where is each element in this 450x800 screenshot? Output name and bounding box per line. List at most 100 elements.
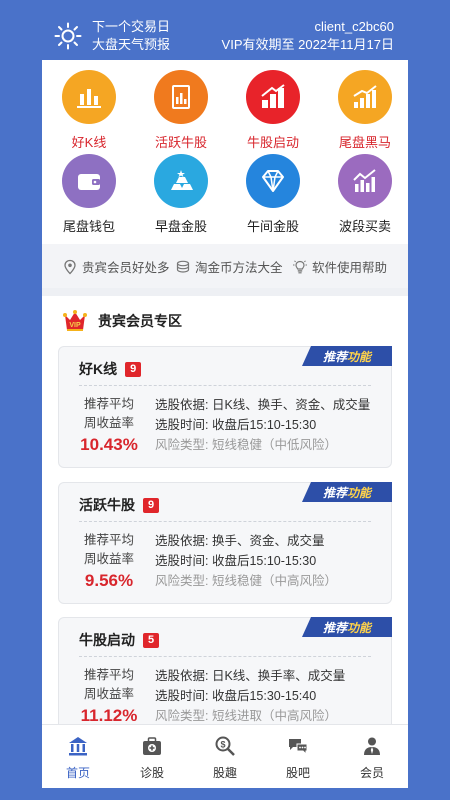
return-value: 9.56% [84, 571, 134, 590]
link-label: 软件使用帮助 [312, 261, 388, 275]
recommend-ribbon: 推荐 功能 [302, 346, 392, 366]
avg-return-block: 推荐平均 周收益率 11.12% [69, 666, 149, 725]
market-weather-label: 大盘天气预报 [92, 37, 171, 52]
grid-item-bull-start[interactable]: 牛股启动 [228, 70, 318, 151]
tab-diagnose[interactable]: 诊股 [122, 735, 182, 781]
grid-item-label: 牛股启动 [246, 135, 299, 150]
strategy-name: 牛股启动 [79, 632, 135, 648]
avg-return-block: 推荐平均 周收益率 10.43% [69, 395, 149, 454]
link-label: 淘金币方法大全 [195, 261, 283, 275]
sun-weather-icon[interactable] [54, 22, 82, 50]
grid-item-label: 早盘金股 [154, 219, 207, 234]
return-value: 11.12% [80, 706, 138, 725]
card-title: 牛股启动 5 [79, 630, 160, 650]
bottom-tab-bar: 首页 诊股 $ 股趣 股吧 会员 [42, 724, 408, 788]
tab-label: 股趣 [212, 766, 237, 780]
tab-label: 诊股 [139, 766, 164, 780]
selection-basis: 选股依据: 日K线、换手、资金、成交量 [155, 398, 371, 412]
wave-chart-icon [338, 154, 392, 208]
strategy-card-good-kline[interactable]: 推荐 功能 好K线 9 推荐平均 周收益率 10.43% 选股依据: 日K线、换手… [58, 346, 392, 468]
tab-home[interactable]: 首页 [48, 735, 108, 781]
tab-label: 首页 [65, 766, 90, 780]
top-header: 下一个交易日 大盘天气预报 client_c2bc60 VIP有效期至 2022… [42, 10, 408, 60]
main-panel: 好K线 活跃牛股 牛股启动 尾盘黑马 尾盘钱包 早盘金股 午间金股 波段买卖 贵… [42, 60, 408, 788]
return-label-2: 周收益率 [83, 687, 134, 701]
risk-type: 风险类型: 短线进取（中高风险） [155, 709, 337, 723]
selection-time: 选股时间: 收盘后15:10-15:30 [155, 418, 317, 432]
return-label-1: 推荐平均 [83, 397, 134, 411]
coins-icon [176, 260, 190, 273]
vip-section-header: VIP 贵宾会员专区 [62, 308, 182, 334]
link-label: 贵宾会员好处多 [82, 261, 170, 275]
diamond-icon [246, 154, 300, 208]
return-value: 10.43% [80, 435, 138, 454]
client-id: client_c2bc60 [314, 19, 395, 34]
chat-bubbles-icon [289, 739, 308, 756]
grid-item-noon-gold[interactable]: 午间金股 [228, 154, 318, 235]
return-label-2: 周收益率 [83, 552, 134, 566]
recommend-ribbon: 推荐 功能 [302, 482, 392, 502]
tab-stock-fun[interactable]: $ 股趣 [195, 735, 255, 781]
tab-member[interactable]: 会员 [342, 735, 402, 781]
tab-label: 股吧 [285, 766, 310, 780]
selection-time: 选股时间: 收盘后15:10-15:30 [155, 554, 317, 568]
account-info: client_c2bc60 VIP有效期至 2022年11月17日 [222, 18, 394, 54]
card-info: 选股依据: 日K线、换手率、成交量 选股时间: 收盘后15:30-15:40 风… [155, 666, 345, 726]
grid-item-label: 波段买卖 [338, 219, 391, 234]
recommend-ribbon: 推荐 功能 [302, 617, 392, 637]
location-pin-icon [64, 259, 76, 274]
grid-item-label: 午间金股 [246, 219, 299, 234]
medical-kit-icon [143, 737, 161, 755]
svg-text:$: $ [220, 740, 225, 750]
count-badge: 9 [125, 361, 142, 377]
count-badge: 9 [143, 497, 160, 513]
grid-item-swing-trade[interactable]: 波段买卖 [320, 154, 408, 235]
return-label-2: 周收益率 [83, 416, 134, 430]
section-divider [42, 288, 408, 296]
grid-item-label: 好K线 [71, 135, 107, 150]
grid-item-label: 尾盘黑马 [338, 135, 391, 150]
strategy-card-active-stocks[interactable]: 推荐 功能 活跃牛股 9 推荐平均 周收益率 9.56% 选股依据: 换手、资金、… [58, 482, 392, 604]
bar-chart-icon [62, 70, 116, 124]
strategy-name: 好K线 [79, 361, 118, 377]
svg-text:VIP: VIP [69, 322, 81, 329]
strategy-name: 活跃牛股 [79, 497, 135, 513]
vip-benefits-link[interactable]: 贵宾会员好处多 [62, 257, 170, 276]
helper-links-bar: 贵宾会员好处多 淘金币方法大全 软件使用帮助 [42, 244, 408, 288]
strategy-card-bull-start[interactable]: 推荐 功能 牛股启动 5 推荐平均 周收益率 11.12% 选股依据: 日K线、换… [58, 617, 392, 739]
card-title: 活跃牛股 9 [79, 495, 160, 515]
weather-forecast-link[interactable]: 下一个交易日 大盘天气预报 [92, 18, 170, 54]
tab-stock-forum[interactable]: 股吧 [268, 735, 328, 781]
grid-item-good-kline[interactable]: 好K线 [44, 70, 134, 151]
vip-crown-badge-icon: VIP [63, 310, 87, 331]
tab-label: 会员 [359, 766, 384, 780]
card-divider [79, 521, 371, 522]
card-info: 选股依据: 换手、资金、成交量 选股时间: 收盘后15:10-15:30 风险类… [155, 531, 337, 591]
count-badge: 5 [143, 632, 160, 648]
selection-basis: 选股依据: 换手、资金、成交量 [155, 534, 325, 548]
lightbulb-icon [293, 259, 307, 273]
grid-item-label: 尾盘钱包 [62, 219, 115, 234]
money-search-icon: $ [215, 736, 235, 756]
gold-bars-icon [154, 154, 208, 208]
growth-chart-icon [338, 70, 392, 124]
grid-item-active-stocks[interactable]: 活跃牛股 [136, 70, 226, 151]
return-label-1: 推荐平均 [83, 533, 134, 547]
stairs-chart-icon [246, 70, 300, 124]
coin-methods-link[interactable]: 淘金币方法大全 [175, 257, 283, 276]
help-link[interactable]: 软件使用帮助 [292, 257, 387, 276]
grid-item-morning-gold[interactable]: 早盘金股 [136, 154, 226, 235]
selection-time: 选股时间: 收盘后15:30-15:40 [155, 689, 317, 703]
return-label-1: 推荐平均 [83, 668, 134, 682]
card-info: 选股依据: 日K线、换手、资金、成交量 选股时间: 收盘后15:10-15:30… [155, 395, 370, 455]
risk-type: 风险类型: 短线稳健（中低风险） [155, 438, 337, 452]
grid-item-label: 活跃牛股 [154, 135, 207, 150]
grid-item-late-dark-horse[interactable]: 尾盘黑马 [320, 70, 408, 151]
person-icon [364, 737, 380, 755]
wallet-icon [62, 154, 116, 208]
grid-item-late-wallet[interactable]: 尾盘钱包 [44, 154, 134, 235]
document-chart-icon [154, 70, 208, 124]
next-trading-day-label: 下一个交易日 [92, 19, 171, 34]
bank-icon [69, 737, 87, 756]
vip-expiry: VIP有效期至 2022年11月17日 [221, 37, 394, 52]
